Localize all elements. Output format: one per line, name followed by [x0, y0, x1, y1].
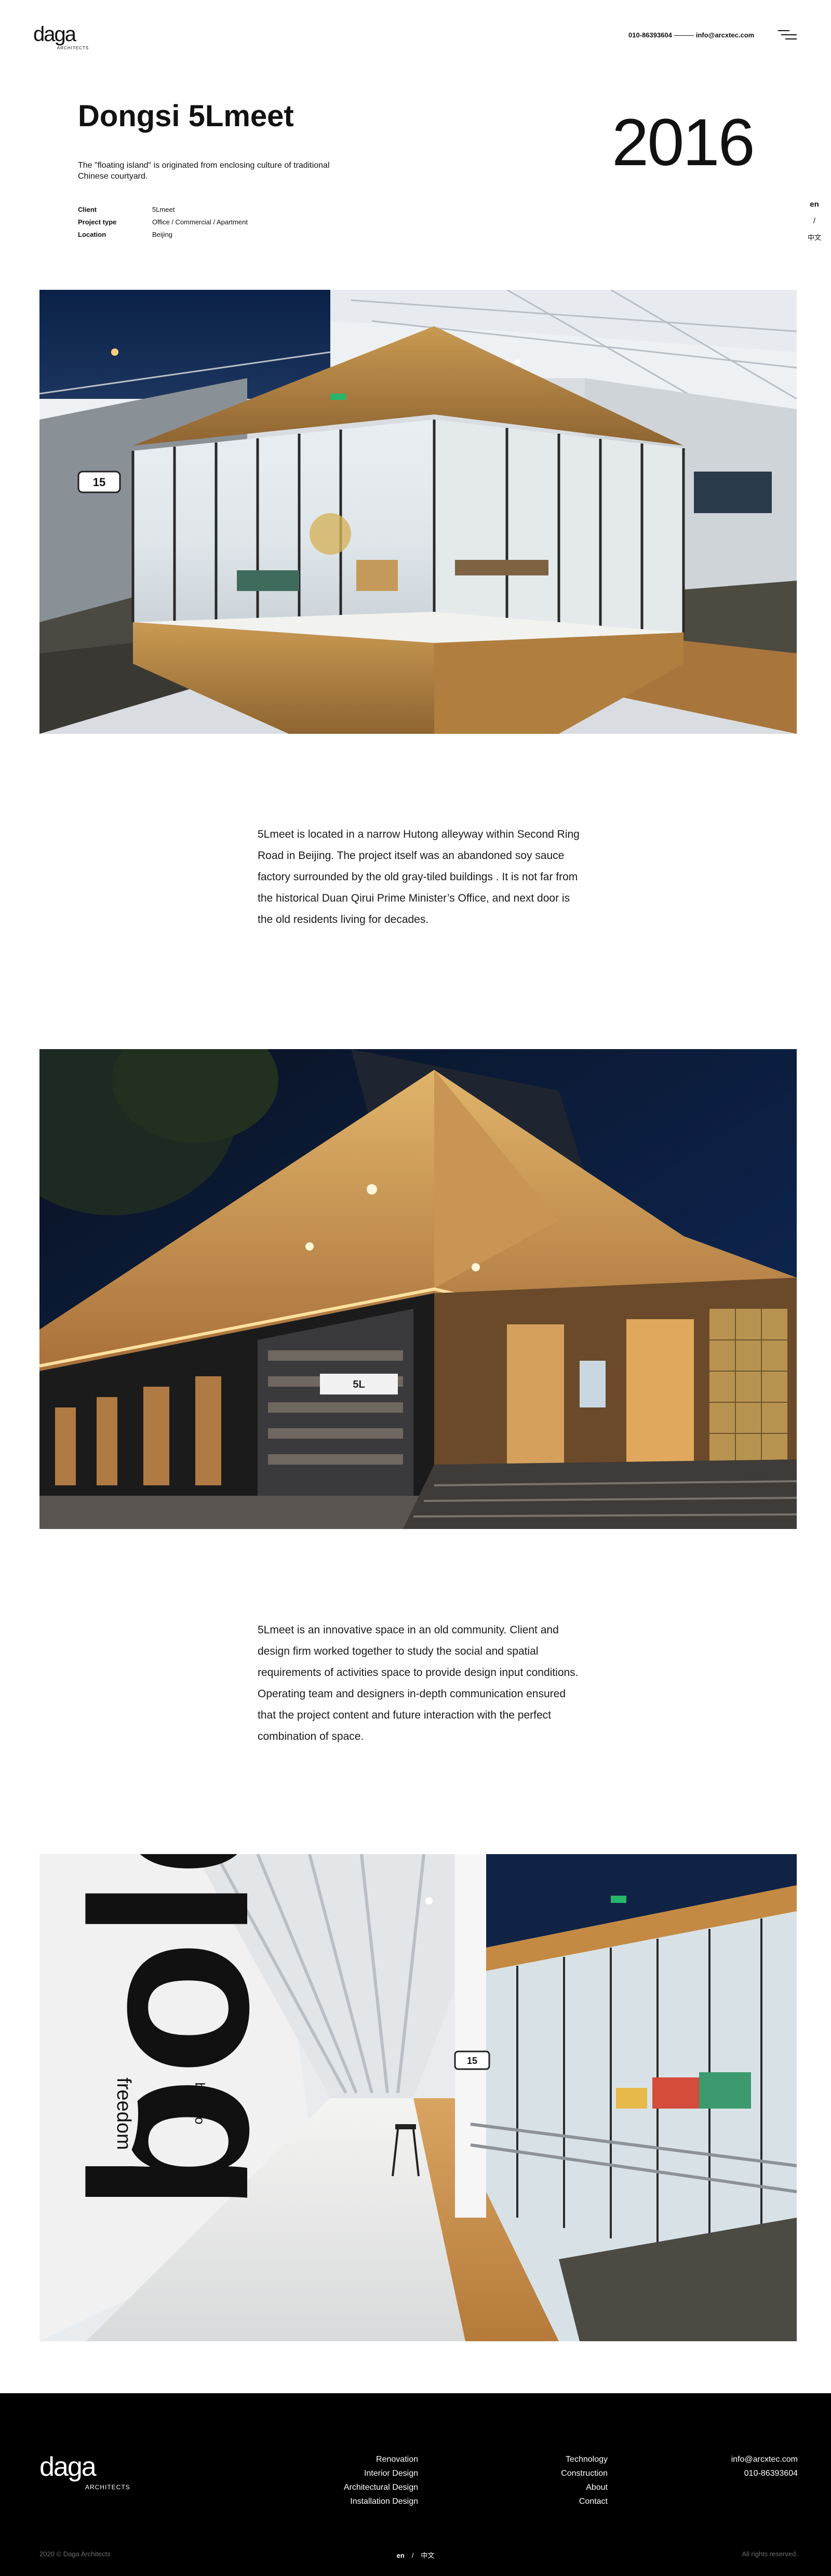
footer-contact: info@arcxtec.com 010-86393604: [675, 2452, 798, 2480]
project-year: 2016: [612, 105, 755, 180]
menu-line-middle: [781, 34, 797, 35]
meta-row-project-type: Project type Office / Commercial / Apart…: [78, 216, 248, 229]
footer-link-renovation[interactable]: Renovation: [291, 2452, 418, 2466]
footer-lang-zh-link[interactable]: 中文: [421, 2552, 434, 2559]
footer-link-architectural-design[interactable]: Architectural Design: [291, 2480, 418, 2494]
meta-row-location: Location Beijing: [78, 229, 248, 241]
project-meta: Client 5Lmeet Project type Office / Comm…: [78, 204, 248, 241]
menu-line-top: [778, 30, 789, 31]
header-email-link[interactable]: info@arcxtec.com: [696, 31, 754, 39]
photo-glass-box-interior: 15: [39, 290, 797, 734]
wall-badge-born-to: born to: [192, 2083, 208, 2125]
footer-logo[interactable]: daga ARCHITECTS: [39, 2453, 138, 2495]
meta-value: Beijing: [152, 231, 173, 238]
footer-company-nav: Technology Construction About Contact: [473, 2452, 608, 2508]
project-photo-2: 5L: [39, 1049, 797, 1529]
header-contact: 010-86393604 info@arcxtec.com: [628, 31, 754, 39]
meta-label: Client: [78, 206, 97, 213]
meta-label: Project type: [78, 218, 117, 226]
footer-lang-separator: /: [411, 2552, 414, 2559]
svg-text:5L: 5L: [353, 1379, 365, 1390]
footer-link-about[interactable]: About: [473, 2480, 608, 2494]
hamburger-menu-icon[interactable]: [778, 30, 797, 41]
meta-value: Office / Commercial / Apartment: [152, 218, 248, 226]
footer-phone-link[interactable]: 010-86393604: [675, 2466, 798, 2480]
footer-link-installation-design[interactable]: Installation Design: [291, 2494, 418, 2508]
project-title: Dongsi 5Lmeet: [78, 99, 294, 133]
site-logo[interactable]: daga ARCHITECTS: [33, 24, 90, 50]
footer-link-contact[interactable]: Contact: [473, 2494, 608, 2508]
footer-rights: All rights reserved.: [742, 2550, 798, 2558]
footer-services-nav: Renovation Interior Design Architectural…: [291, 2452, 418, 2508]
wall-word-bold: bold: [46, 1854, 295, 2212]
footer-lang-en-link[interactable]: en: [397, 2552, 405, 2559]
language-switcher: en / 中文: [804, 196, 825, 246]
footer-link-technology[interactable]: Technology: [473, 2452, 608, 2466]
project-paragraph-1: 5Lmeet is located in a narrow Hutong all…: [258, 828, 580, 925]
project-description: The "floating island" is originated from…: [78, 161, 330, 181]
lang-separator: /: [813, 217, 816, 225]
footer-logo-subtitle: ARCHITECTS: [85, 2484, 130, 2491]
footer-copyright: 2020 © Daga Architects: [39, 2550, 111, 2558]
wall-badge-freedom: freedom: [113, 2077, 135, 2150]
logo-wordmark: daga: [33, 23, 76, 46]
svg-text:15: 15: [467, 2056, 477, 2066]
project-paragraph-2: 5Lmeet is an innovative space in an old …: [258, 1624, 579, 1742]
photo-exterior-night-canopy: 5L: [39, 1049, 797, 1529]
svg-text:15: 15: [93, 476, 105, 489]
header-phone-link[interactable]: 010-86393604: [628, 31, 672, 39]
lang-en-link[interactable]: en: [804, 196, 825, 213]
lang-zh-link[interactable]: 中文: [804, 230, 825, 246]
footer-logo-wordmark: daga: [39, 2452, 97, 2482]
photo-corridor-bold-wall: 15 bold freedom born to: [39, 1854, 797, 2341]
footer-email-link[interactable]: info@arcxtec.com: [675, 2452, 798, 2466]
footer-language-switcher: en / 中文: [384, 2550, 447, 2560]
meta-label: Location: [78, 231, 106, 238]
footer-link-interior-design[interactable]: Interior Design: [291, 2466, 418, 2480]
meta-value: 5Lmeet: [152, 206, 175, 213]
meta-row-client: Client 5Lmeet: [78, 204, 248, 216]
logo-subtitle: ARCHITECTS: [57, 46, 89, 50]
header-contact-divider: [674, 35, 694, 36]
site-footer: daga ARCHITECTS Renovation Interior Desi…: [0, 2393, 831, 2576]
footer-link-construction[interactable]: Construction: [473, 2466, 608, 2480]
menu-line-bottom: [785, 38, 797, 39]
project-photo-1: 15: [39, 290, 797, 734]
project-photo-3: 15 bold freedom born to: [39, 1854, 797, 2341]
